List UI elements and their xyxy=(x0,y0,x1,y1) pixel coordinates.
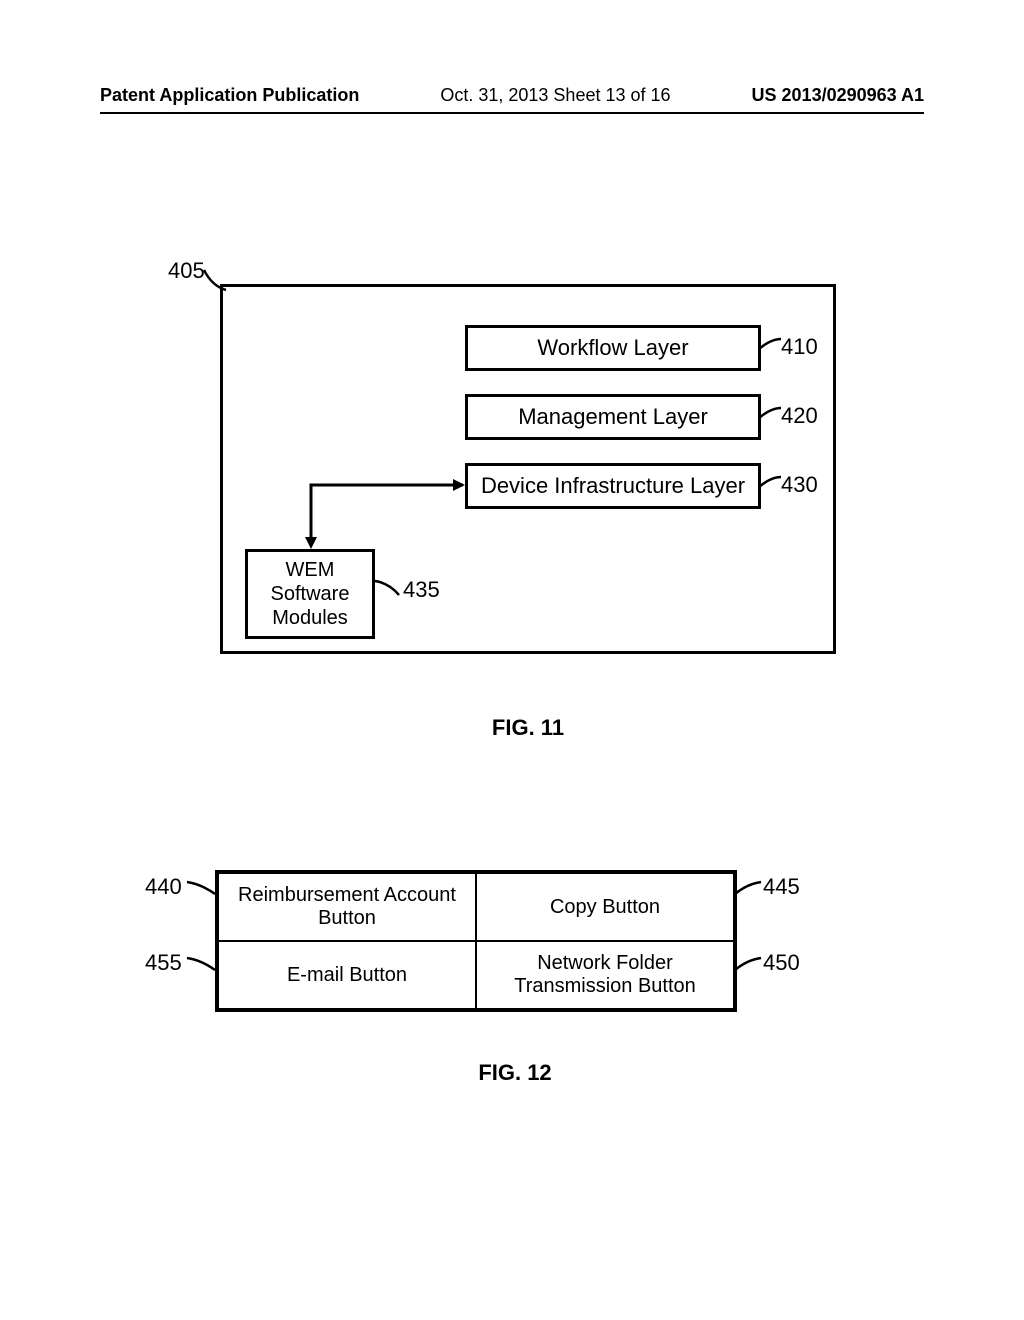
header-sheet: Oct. 31, 2013 Sheet 13 of 16 xyxy=(440,85,670,106)
ref-435-leader-icon xyxy=(375,579,405,599)
cell-455-text: E-mail Button xyxy=(287,964,407,987)
ref-430-label: 430 xyxy=(781,472,818,498)
page-header: Patent Application Publication Oct. 31, … xyxy=(100,85,924,106)
ref-450-label: 450 xyxy=(763,950,800,976)
ref-450-leader-icon xyxy=(735,956,765,976)
header-patent-number: US 2013/0290963 A1 xyxy=(752,85,924,106)
workflow-layer-text: Workflow Layer xyxy=(537,335,688,361)
wem-software-modules-box: WEM Software Modules xyxy=(245,549,375,639)
fig12-caption: FIG. 12 xyxy=(145,1060,885,1086)
reimbursement-account-button: Reimbursement Account Button xyxy=(218,873,476,941)
ref-410-label: 410 xyxy=(781,334,818,360)
copy-button: Copy Button xyxy=(476,873,734,941)
fig11-caption: FIG. 11 xyxy=(168,715,888,741)
ref-405-text: 405 xyxy=(168,258,205,283)
device-infrastructure-layer-box: Device Infrastructure Layer xyxy=(465,463,761,509)
ref-455-label: 455 xyxy=(145,950,182,976)
fig12-button-grid: Reimbursement Account Button Copy Button… xyxy=(215,870,737,1012)
header-rule xyxy=(100,112,924,114)
ref-435-label: 435 xyxy=(403,577,440,603)
ref-420-label: 420 xyxy=(781,403,818,429)
ref-440-leader-icon xyxy=(185,880,219,900)
cell-445-text: Copy Button xyxy=(550,896,660,919)
email-button: E-mail Button xyxy=(218,941,476,1009)
management-layer-text: Management Layer xyxy=(518,404,708,430)
cell-450-text: Network Folder Transmission Button xyxy=(481,952,729,998)
ref-455-leader-icon xyxy=(185,956,219,976)
device-infrastructure-layer-text: Device Infrastructure Layer xyxy=(481,473,745,499)
workflow-layer-box: Workflow Layer xyxy=(465,325,761,371)
fig11-outer-box: Workflow Layer Management Layer Device I… xyxy=(220,284,836,654)
wem-text: WEM Software Modules xyxy=(271,558,350,630)
cell-440-text: Reimbursement Account Button xyxy=(223,884,471,930)
arrow-430-to-wem-icon xyxy=(301,485,471,555)
ref-440-label: 440 xyxy=(145,874,182,900)
management-layer-box: Management Layer xyxy=(465,394,761,440)
header-publication: Patent Application Publication xyxy=(100,85,359,106)
network-folder-transmission-button: Network Folder Transmission Button xyxy=(476,941,734,1009)
ref-445-leader-icon xyxy=(735,880,765,900)
ref-445-label: 445 xyxy=(763,874,800,900)
ref-405-label: 405 xyxy=(168,258,205,284)
